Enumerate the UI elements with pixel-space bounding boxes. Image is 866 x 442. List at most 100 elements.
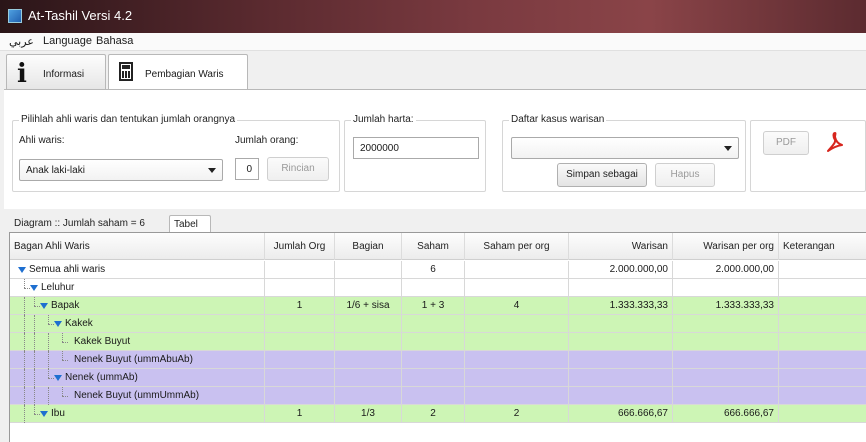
pdf-button[interactable]: PDF — [763, 131, 809, 155]
table-cell-warisan-per — [673, 279, 779, 297]
heir-select-value: Anak laki-laki — [26, 165, 85, 176]
tab-tabel[interactable]: Tabel — [169, 215, 211, 232]
table-cell-jumlah — [265, 351, 335, 369]
table-row[interactable]: Nenek Buyut (ummUmmAb) — [10, 387, 866, 405]
table-cell-saham — [402, 387, 465, 405]
tree-cell: Kakek Buyut — [10, 333, 265, 351]
tree-cell: Leluhur — [10, 279, 265, 297]
cases-select[interactable] — [511, 137, 739, 159]
menu-arabic[interactable]: عربي — [9, 35, 34, 48]
table-cell-saham-per — [465, 333, 569, 351]
column-header[interactable]: Warisan — [569, 233, 673, 260]
heir-name: Kakek Buyut — [74, 336, 131, 347]
expand-triangle-icon[interactable] — [40, 303, 48, 309]
table-cell-ket — [779, 351, 866, 369]
estate-legend: Jumlah harta: — [351, 114, 416, 125]
table-row[interactable]: Leluhur — [10, 279, 866, 297]
table-cell-bagian — [335, 279, 402, 297]
hapus-button[interactable]: Hapus — [655, 163, 715, 187]
view-tab-bar: Diagram :: Jumlah saham = 6 Tabel — [4, 212, 866, 232]
tab-pembagian-waris[interactable]: Pembagian Waris — [108, 54, 248, 90]
heir-group-legend: Pilihlah ahli waris dan tentukan jumlah … — [19, 114, 238, 125]
column-header[interactable]: Saham — [402, 233, 465, 260]
tab-pembagian-waris-label: Pembagian Waris — [145, 69, 224, 80]
pdf-icon[interactable] — [827, 132, 843, 154]
estate-value: 2000000 — [360, 143, 399, 154]
table-cell-warisan — [569, 333, 673, 351]
expand-triangle-icon[interactable] — [54, 375, 62, 381]
cases-legend: Daftar kasus warisan — [509, 114, 607, 125]
table-cell-jumlah — [265, 315, 335, 333]
table-cell-saham-per: 2 — [465, 405, 569, 423]
expand-triangle-icon[interactable] — [40, 411, 48, 417]
table-cell-bagian: 1/3 — [335, 405, 402, 423]
heir-name: Semua ahli waris — [29, 264, 106, 275]
heir-name: Nenek Buyut (ummUmmAb) — [74, 390, 200, 401]
table-cell-jumlah — [265, 369, 335, 387]
menu-language[interactable]: Language — [43, 35, 92, 47]
heir-select[interactable]: Anak laki-laki — [19, 159, 223, 181]
table-cell-warisan — [569, 315, 673, 333]
column-header[interactable]: Saham per org — [465, 233, 569, 260]
window-title: At-Tashil Versi 4.2 — [28, 8, 133, 23]
table-row[interactable]: Kakek Buyut — [10, 333, 866, 351]
table-cell-jumlah: 1 — [265, 297, 335, 315]
calculator-icon — [119, 62, 133, 81]
menu-bahasa[interactable]: Bahasa — [96, 35, 133, 47]
column-header[interactable]: Keterangan — [779, 233, 866, 260]
column-header[interactable]: Warisan per org — [673, 233, 779, 260]
cases-group: Daftar kasus warisan Simpan sebagai Hapu… — [502, 114, 746, 192]
table-row[interactable]: Semua ahli waris 6 2.000.000,00 2.000.000,0… — [10, 261, 866, 279]
table-cell-ket — [779, 387, 866, 405]
table-cell-warisan-per — [673, 387, 779, 405]
table-cell-warisan: 1.333.333,33 — [569, 297, 673, 315]
table-cell-warisan-per: 666.666,67 — [673, 405, 779, 423]
column-header[interactable]: Bagan Ahli Waris — [10, 233, 265, 260]
table-row[interactable]: Ibu 1 1/3 2 2 666.666,67 666.666,67 — [10, 405, 866, 423]
table-cell-bagian — [335, 333, 402, 351]
tree-cell: Bapak — [10, 297, 265, 315]
table-cell-saham — [402, 279, 465, 297]
table-cell-ket — [779, 369, 866, 387]
count-value: 0 — [246, 164, 252, 175]
column-header[interactable]: Jumlah Org — [265, 233, 335, 260]
estate-input[interactable]: 2000000 — [353, 137, 479, 159]
table-cell-bagian — [335, 387, 402, 405]
table-cell-saham — [402, 369, 465, 387]
table-cell-warisan — [569, 369, 673, 387]
rincian-button[interactable]: Rincian — [267, 157, 329, 181]
table-cell-saham-per — [465, 387, 569, 405]
tab-informasi[interactable]: i Informasi — [6, 54, 106, 89]
table-cell-bagian — [335, 369, 402, 387]
table-cell-jumlah — [265, 387, 335, 405]
table-cell-ket — [779, 279, 866, 297]
table-cell-jumlah — [265, 261, 335, 279]
tree-cell: Ibu — [10, 405, 265, 423]
tab-diagram[interactable]: Diagram :: Jumlah saham = 6 — [10, 215, 149, 232]
table-row[interactable]: Bapak 1 1/6 + sisa 1 + 3 4 1.333.333,33 1.333.… — [10, 297, 866, 315]
count-spinner[interactable]: 0 — [235, 158, 259, 180]
chevron-down-icon — [724, 146, 732, 151]
table-cell-saham-per — [465, 315, 569, 333]
expand-triangle-icon[interactable] — [30, 285, 38, 291]
tree-cell: Kakek — [10, 315, 265, 333]
table-cell-saham-per: 4 — [465, 297, 569, 315]
table-row[interactable]: Nenek Buyut (ummAbuAb) — [10, 351, 866, 369]
table-cell-saham: 2 — [402, 405, 465, 423]
table-cell-warisan: 666.666,67 — [569, 405, 673, 423]
simpan-sebagai-button[interactable]: Simpan sebagai — [557, 163, 647, 187]
estate-group: Jumlah harta: 2000000 — [344, 114, 486, 192]
table-row[interactable]: Nenek (ummAb) — [10, 369, 866, 387]
expand-triangle-icon[interactable] — [18, 267, 26, 273]
table-cell-saham-per — [465, 261, 569, 279]
expand-triangle-icon[interactable] — [54, 321, 62, 327]
table-cell-jumlah: 1 — [265, 405, 335, 423]
table-row[interactable]: Kakek — [10, 315, 866, 333]
heir-name: Kakek — [65, 318, 93, 329]
table-header: Bagan Ahli Waris Jumlah Org Bagian Saham Sah… — [10, 233, 866, 260]
column-header[interactable]: Bagian — [335, 233, 402, 260]
table-cell-ket — [779, 315, 866, 333]
title-bar: At-Tashil Versi 4.2 — [0, 0, 866, 33]
table-cell-ket — [779, 405, 866, 423]
form-panel: Pilihlah ahli waris dan tentukan jumlah … — [4, 89, 866, 209]
